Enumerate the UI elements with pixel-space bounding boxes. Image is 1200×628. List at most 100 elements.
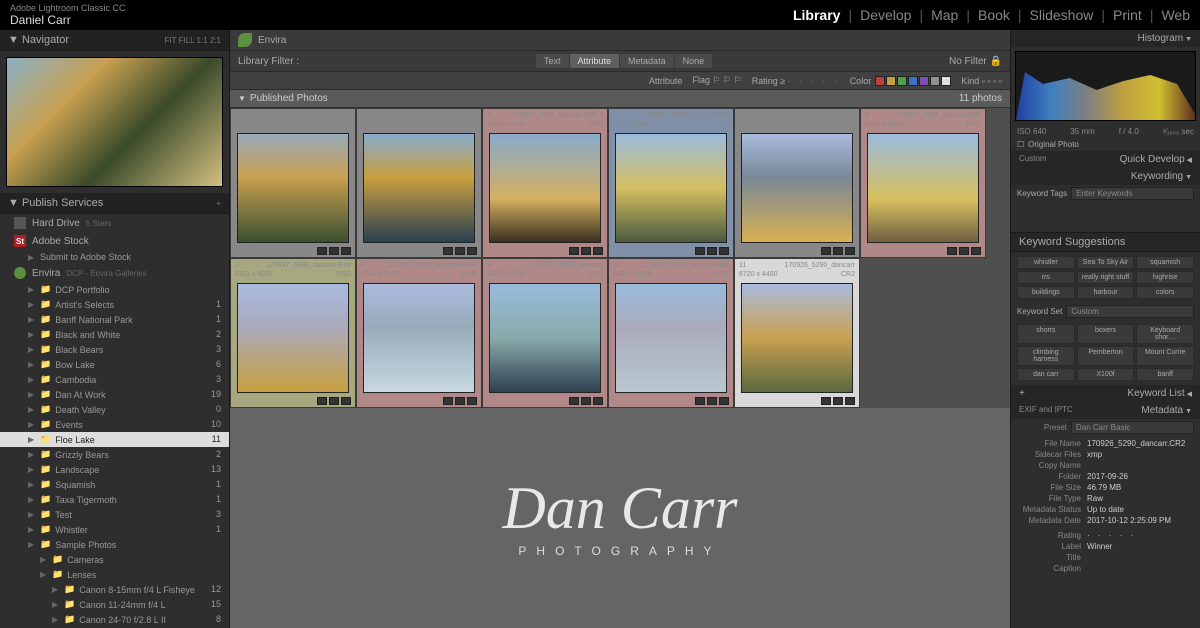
publish-envira[interactable]: Envira DCP - Envira Galleries — [0, 264, 229, 282]
color-filter[interactable] — [875, 76, 951, 86]
photo-cell[interactable]: 2170927_6476_dancarr6663 x 4442CR2 — [356, 108, 482, 258]
keyword-cell[interactable]: colors — [1136, 286, 1194, 299]
keyword-cell[interactable]: Sea To Sky Air — [1077, 256, 1135, 269]
module-library[interactable]: Library — [793, 7, 840, 23]
quick-develop-header[interactable]: CustomQuick Develop — [1011, 151, 1200, 168]
thumbnail[interactable] — [489, 283, 601, 393]
photo-cell[interactable]: 3170927_6426_dancarr-Edit-24489 x 6720PS… — [482, 108, 608, 258]
module-book[interactable]: Book — [978, 7, 1010, 23]
lock-icon[interactable]: 🔒 — [990, 56, 1002, 67]
kind-picker[interactable]: ▫ ▫ ▫ ▫ — [982, 76, 1002, 86]
color-swatch[interactable] — [875, 76, 885, 86]
tree-item[interactable]: ▶📁Squamish1 — [0, 477, 229, 492]
tree-item[interactable]: ▶📁Landscape13 — [0, 462, 229, 477]
color-swatch[interactable] — [908, 76, 918, 86]
flag-picker[interactable]: ⚐ ⚐ ⚐ — [712, 75, 741, 85]
keyword-cell[interactable]: boxers — [1077, 324, 1135, 344]
thumbnail[interactable] — [489, 133, 601, 243]
thumbnail[interactable] — [615, 133, 727, 243]
keyword-cell[interactable]: Mount Currie — [1136, 346, 1194, 366]
keyword-cell[interactable]: really right stuff — [1077, 271, 1135, 284]
keyword-cell[interactable]: squamish — [1136, 256, 1194, 269]
tree-item[interactable]: ▶📁Lenses — [0, 567, 229, 582]
tree-item[interactable]: ▶📁Death Valley0 — [0, 402, 229, 417]
keyword-cell[interactable]: Keyboard shor… — [1136, 324, 1194, 344]
photo-cell[interactable]: 6170927_6294_dancarr-Edit6629 x 4419PSD — [860, 108, 986, 258]
original-photo-check[interactable]: Original Photo — [1028, 140, 1079, 149]
module-web[interactable]: Web — [1161, 7, 1190, 23]
keyword-cell[interactable]: buildings — [1017, 286, 1075, 299]
tree-item[interactable]: ▶📁Black Bears3 — [0, 342, 229, 357]
color-swatch[interactable] — [897, 76, 907, 86]
metadata-header[interactable]: EXIF and IPTCMetadata — [1011, 402, 1200, 419]
metadata-caption[interactable] — [1087, 564, 1194, 573]
navigator-preview[interactable] — [6, 57, 223, 187]
metadata-rating[interactable]: · · · · · — [1087, 531, 1194, 540]
photo-cell[interactable]: 5170927_6322_dancarr-Edit6593 x 4395PSD — [734, 108, 860, 258]
keyword-list-header[interactable]: +Keyword List — [1011, 385, 1200, 402]
module-slideshow[interactable]: Slideshow — [1030, 7, 1094, 23]
keyword-cell[interactable]: highrise — [1136, 271, 1194, 284]
photo-cell[interactable]: 7170927_5588_dancarr-Edit6311 x 4207PSD — [230, 258, 356, 408]
keyword-input[interactable]: Enter Keywords — [1071, 187, 1194, 200]
filter-tab-attribute[interactable]: Attribute — [570, 54, 620, 68]
thumbnail[interactable] — [363, 283, 475, 393]
keywording-header[interactable]: Keywording — [1011, 168, 1200, 185]
photo-cell[interactable]: 10170927_5334_dancarr-Edit5887 x 4455PSD — [608, 258, 734, 408]
keyword-cell[interactable]: whistler — [1017, 256, 1075, 269]
tree-item[interactable]: ▶📁Canon 8-15mm f/4 L Fisheye12 — [0, 582, 229, 597]
module-print[interactable]: Print — [1113, 7, 1142, 23]
no-filter-preset[interactable]: No Filter — [949, 56, 987, 67]
photo-cell[interactable]: 11170926_5290_dancarr6720 x 4480CR2 — [734, 258, 860, 408]
thumbnail[interactable] — [741, 133, 853, 243]
color-swatch[interactable] — [930, 76, 940, 86]
metadata-preset[interactable]: Dan Carr Basic — [1071, 421, 1194, 434]
filter-tab-metadata[interactable]: Metadata — [620, 54, 674, 68]
tree-item[interactable]: ▶📁Canon 11-24mm f/4 L15 — [0, 597, 229, 612]
keyword-set-select[interactable]: Custom — [1066, 305, 1194, 318]
keyword-cell[interactable]: dan carr — [1017, 368, 1075, 381]
adobe-stock-sub[interactable]: ▶Submit to Adobe Stock — [0, 250, 229, 264]
grid-section-header[interactable]: Published Photos 11 photos — [230, 90, 1010, 108]
color-swatch[interactable] — [919, 76, 929, 86]
tree-item[interactable]: ▶📁Bow Lake6 — [0, 357, 229, 372]
tree-item[interactable]: ▶📁Grizzly Bears2 — [0, 447, 229, 462]
thumbnail[interactable] — [741, 283, 853, 393]
histogram-header[interactable]: Histogram — [1011, 30, 1200, 47]
module-develop[interactable]: Develop — [860, 7, 911, 23]
navigator-header[interactable]: ▼ Navigator FIT FILL 1:1 2:1 — [0, 30, 229, 51]
metadata-label[interactable]: Winner — [1087, 542, 1194, 551]
keyword-cell[interactable]: rrs — [1017, 271, 1075, 284]
tree-item[interactable]: ▶📁Whistler1 — [0, 522, 229, 537]
color-swatch[interactable] — [941, 76, 951, 86]
keyword-cell[interactable]: climbing harness — [1017, 346, 1075, 366]
thumbnail[interactable] — [237, 283, 349, 393]
keyword-cell[interactable]: shorts — [1017, 324, 1075, 344]
publish-hard-drive[interactable]: Hard Drive 5 Stars — [0, 214, 229, 232]
thumbnail[interactable] — [237, 133, 349, 243]
module-map[interactable]: Map — [931, 7, 958, 23]
tree-item[interactable]: ▶📁Test3 — [0, 507, 229, 522]
tree-item[interactable]: ▶📁Banff National Park1 — [0, 312, 229, 327]
tree-item[interactable]: ▶📁DCP Portfolio — [0, 282, 229, 297]
thumbnail[interactable] — [867, 133, 979, 243]
tree-item[interactable]: ▶📁Floe Lake11 — [0, 432, 229, 447]
thumbnail[interactable] — [363, 133, 475, 243]
filter-tab-none[interactable]: None — [675, 54, 713, 68]
metadata-title[interactable] — [1087, 553, 1194, 562]
tree-item[interactable]: ▶📁Cameras — [0, 552, 229, 567]
tree-item[interactable]: ▶📁Dan At Work19 — [0, 387, 229, 402]
photo-cell[interactable]: 9170927_5338_dancarr4422 x 6633CR2 — [482, 258, 608, 408]
navigator-modes[interactable]: FIT FILL 1:1 2:1 — [165, 36, 221, 45]
keyword-cell[interactable]: X100f — [1077, 368, 1135, 381]
keyword-cell[interactable]: harbour — [1077, 286, 1135, 299]
keyword-cell[interactable]: Pemberton — [1077, 346, 1135, 366]
breadcrumb[interactable]: Envira — [230, 30, 1010, 51]
tree-item[interactable]: ▶📁Cambodia3 — [0, 372, 229, 387]
photo-cell[interactable]: 4170927_6355_dancarr-Edit6720 x 4480PSD — [608, 108, 734, 258]
photo-cell[interactable]: 1170927_6571_dancarr4020 x 6213CR2 — [230, 108, 356, 258]
publish-header[interactable]: ▼ Publish Services + — [0, 193, 229, 214]
tree-item[interactable]: ▶📁Canon 24-70 f/2.8 L II8 — [0, 612, 229, 627]
tree-item[interactable]: ▶📁Events10 — [0, 417, 229, 432]
rating-picker[interactable]: · · · · · — [788, 76, 840, 86]
